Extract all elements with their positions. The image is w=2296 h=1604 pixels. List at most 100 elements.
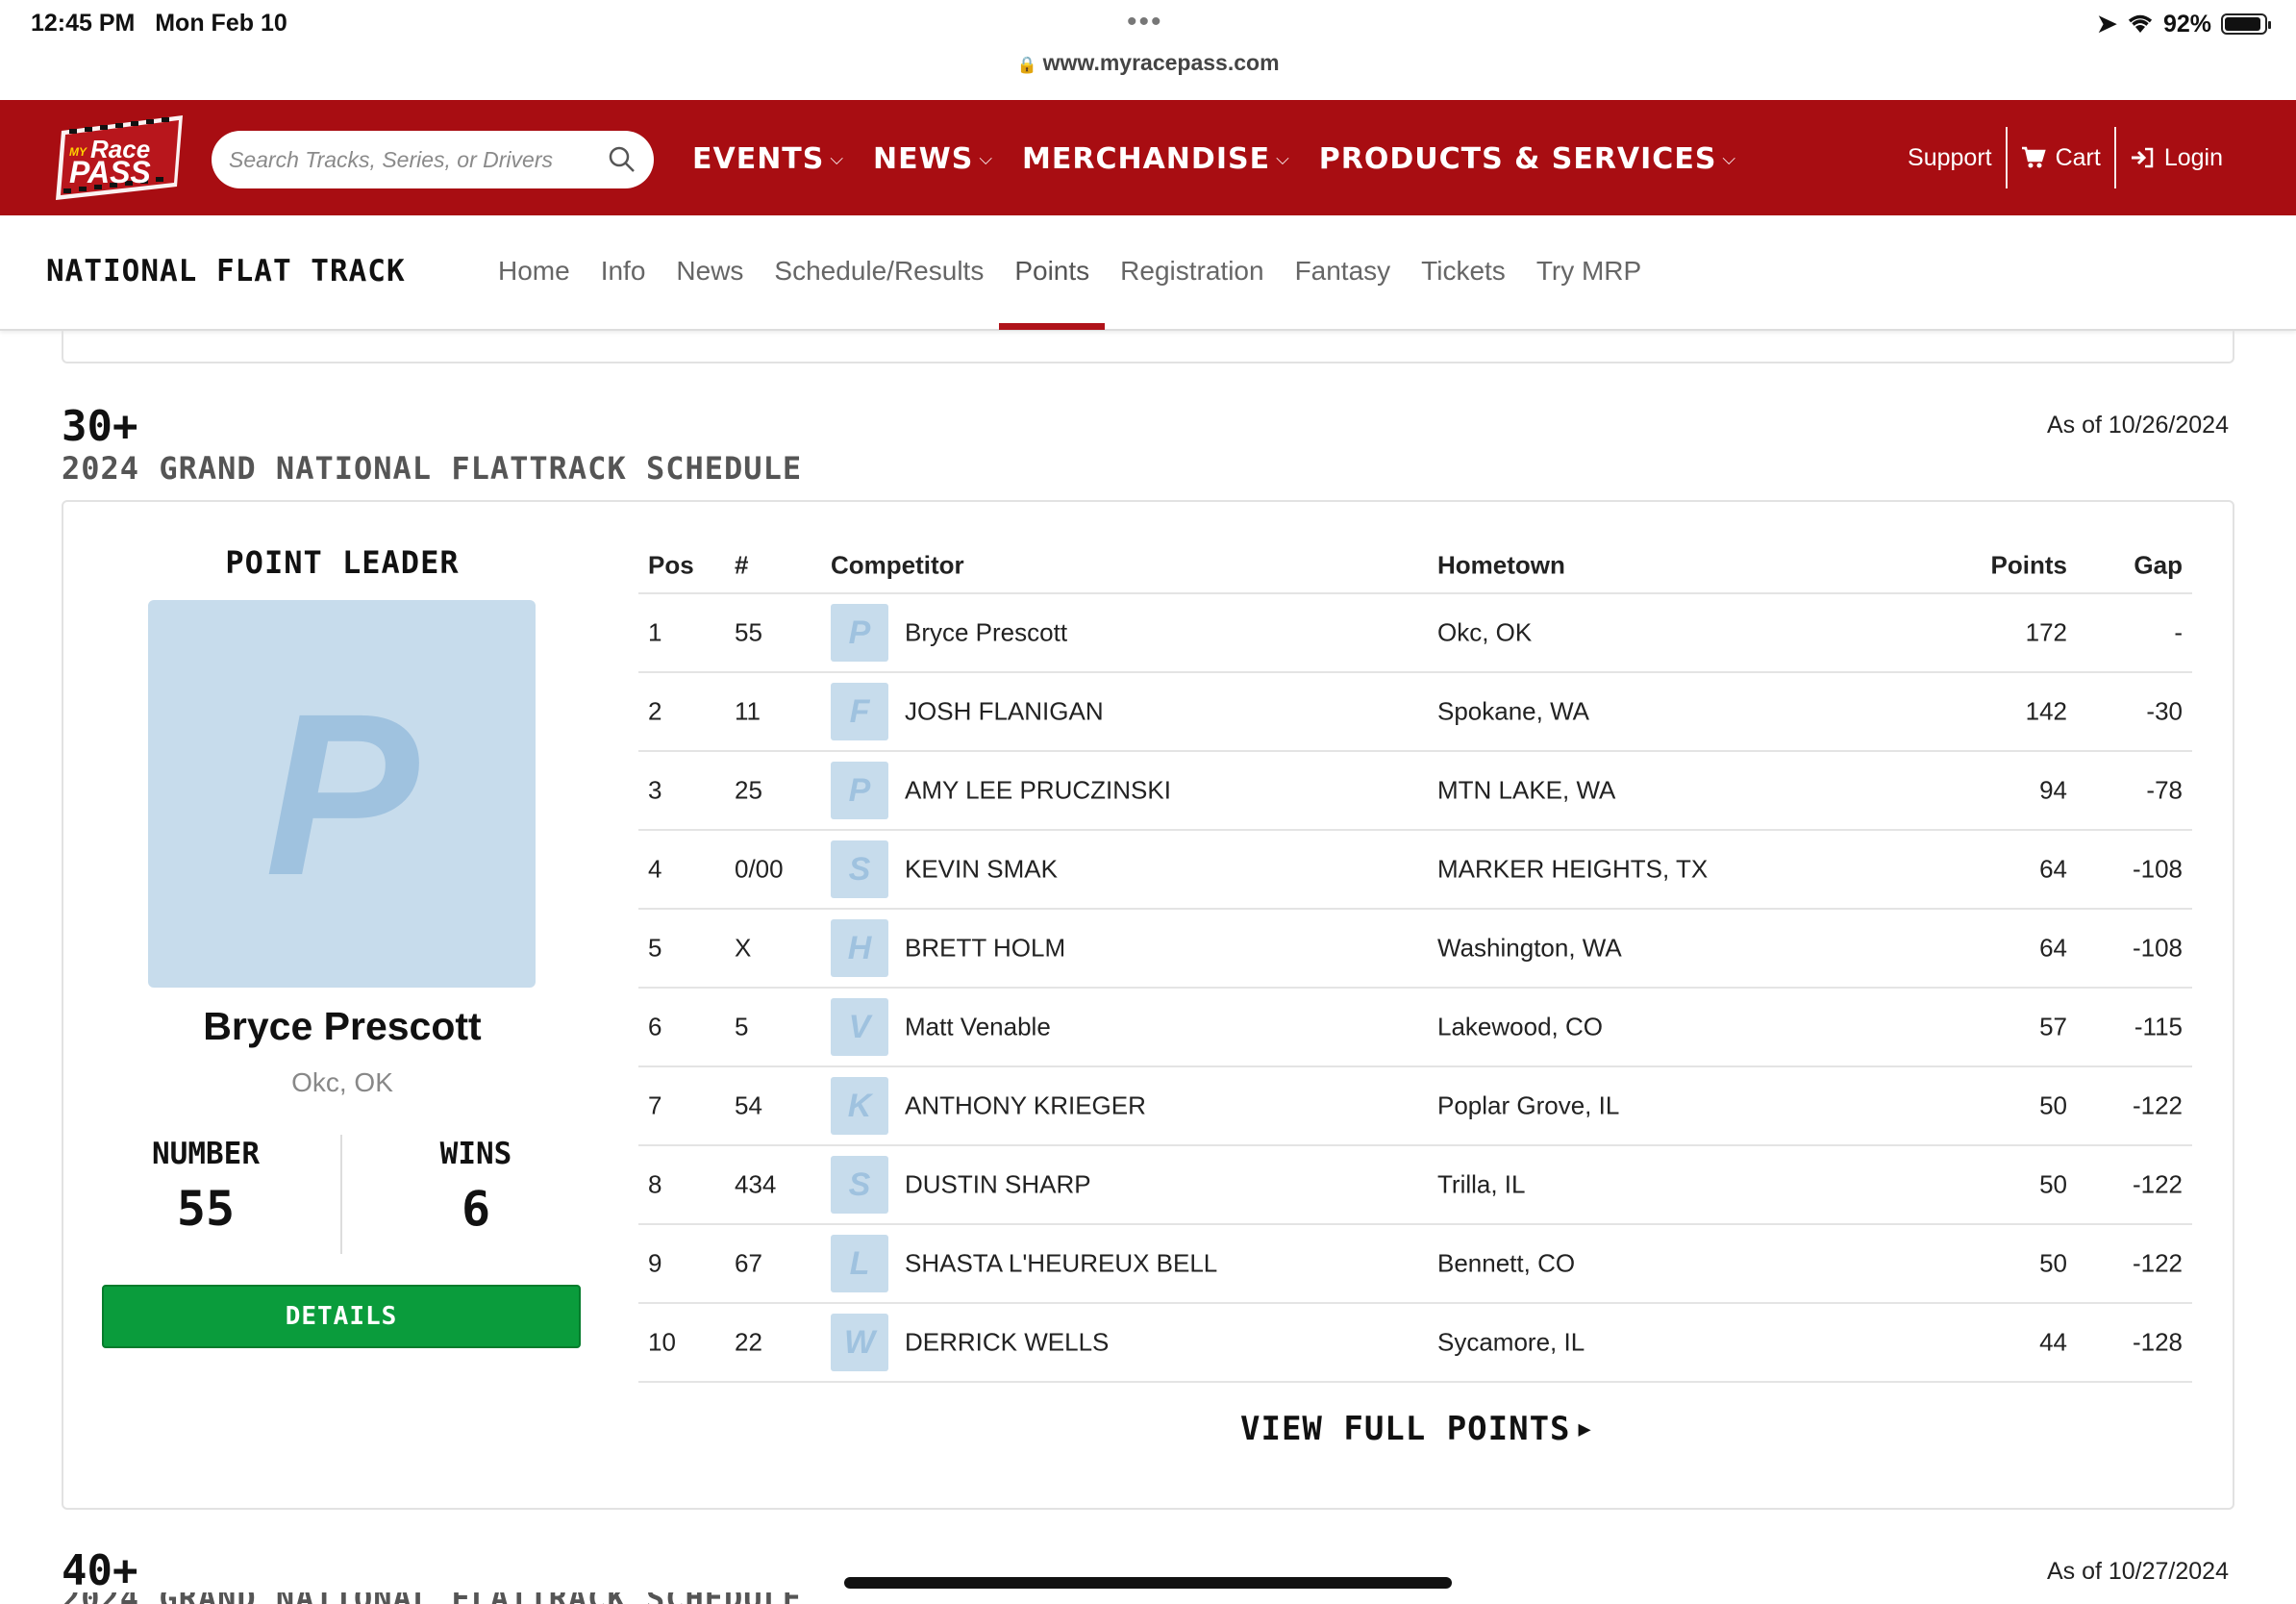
competitor-avatar[interactable]: F (831, 683, 888, 740)
myracepass-logo[interactable]: MY Race PASS (48, 112, 192, 204)
search-icon[interactable] (608, 145, 636, 174)
competitor-name-link[interactable]: Matt Venable (905, 1013, 1051, 1042)
series-title[interactable]: NATIONAL FLAT TRACK (46, 254, 406, 288)
competitor-avatar[interactable]: P (831, 762, 888, 819)
row-hometown: Washington, WA (1437, 933, 1622, 963)
competitor-avatar[interactable]: S (831, 1156, 888, 1214)
subnav-schedule-results[interactable]: Schedule/Results (774, 256, 984, 287)
avatar-initial: S (848, 850, 871, 888)
cart-link[interactable]: Cart (2008, 127, 2114, 188)
date: Mon Feb 10 (155, 10, 287, 37)
home-indicator[interactable] (844, 1577, 1452, 1589)
avatar-initial: P (264, 664, 419, 923)
row-hometown: MARKER HEIGHTS, TX (1437, 854, 1709, 884)
view-full-points-link[interactable]: VIEW FULL POINTS ▶ (1240, 1410, 1592, 1448)
row-points: 94 (2039, 775, 2067, 805)
table-row[interactable]: 3 25 P AMY LEE PRUCZINSKI MTN LAKE, WA 94 -78 (638, 752, 2192, 831)
table-row[interactable]: 8 434 S DUSTIN SHARP Trilla, IL 50 -122 (638, 1146, 2192, 1225)
table-row[interactable]: 7 54 K ANTHONY KRIEGER Poplar Grove, IL 50 -12… (638, 1067, 2192, 1146)
url-text: www.myracepass.com (1042, 50, 1280, 75)
subnav-home[interactable]: Home (498, 256, 570, 287)
lock-icon: 🔒 (1016, 56, 1037, 74)
table-row[interactable]: 2 11 F JOSH FLANIGAN Spokane, WA 142 -30 (638, 673, 2192, 752)
row-points: 57 (2039, 1012, 2067, 1041)
competitor-name-link[interactable]: SHASTA L'HEUREUX BELL (905, 1249, 1217, 1279)
menu-merchandise[interactable]: MERCHANDISE ⌵ (1022, 142, 1290, 176)
leader-avatar[interactable]: P (148, 600, 536, 988)
competitor-name-link[interactable]: ANTHONY KRIEGER (905, 1091, 1146, 1121)
view-full-label: VIEW FULL POINTS (1240, 1410, 1571, 1448)
competitor-avatar[interactable]: L (831, 1235, 888, 1292)
header-number[interactable]: # (735, 551, 748, 581)
row-gap: -30 (2146, 696, 2183, 726)
multitask-dots-icon[interactable]: ••• (1127, 6, 1163, 38)
row-pos: 8 (648, 1169, 662, 1199)
table-row[interactable]: 1 55 P Bryce Prescott Okc, OK 172 - (638, 594, 2192, 673)
table-header: Pos # Competitor Hometown Points Gap (638, 539, 2192, 594)
subnav-news[interactable]: News (676, 256, 743, 287)
menu-label: MERCHANDISE (1022, 141, 1271, 176)
row-pos: 6 (648, 1012, 662, 1041)
table-row[interactable]: 6 5 V Matt Venable Lakewood, CO 57 -115 (638, 989, 2192, 1067)
competitor-name-link[interactable]: DUSTIN SHARP (905, 1170, 1091, 1200)
row-points: 44 (2039, 1327, 2067, 1357)
competitor-avatar[interactable]: S (831, 840, 888, 898)
row-pos: 10 (648, 1327, 676, 1357)
subnav-tickets[interactable]: Tickets (1421, 256, 1506, 287)
avatar-initial: P (848, 771, 871, 809)
menu-products-services[interactable]: PRODUCTS & SERVICES ⌵ (1319, 142, 1736, 176)
leader-name[interactable]: Bryce Prescott (92, 1004, 592, 1049)
avatar-initial: P (848, 614, 871, 651)
menu-label: PRODUCTS & SERVICES (1318, 141, 1717, 176)
table-row[interactable]: 9 67 L SHASTA L'HEUREUX BELL Bennett, CO 50 -1… (638, 1225, 2192, 1304)
cart-label: Cart (2055, 143, 2101, 171)
series-navigation: NATIONAL FLAT TRACK Home Info News Sched… (0, 215, 2296, 331)
avatar-initial: K (847, 1087, 872, 1124)
competitor-avatar[interactable]: K (831, 1077, 888, 1135)
class-title: 30+ (62, 402, 138, 451)
subnav-points[interactable]: Points (999, 256, 1105, 330)
competitor-name-link[interactable]: Bryce Prescott (905, 618, 1067, 648)
subnav-info[interactable]: Info (601, 256, 646, 287)
header-competitor[interactable]: Competitor (831, 551, 964, 581)
chevron-down-icon: ⌵ (1722, 148, 1737, 169)
header-hometown[interactable]: Hometown (1437, 551, 1565, 581)
battery-icon (2221, 13, 2271, 35)
competitor-avatar[interactable]: W (831, 1314, 888, 1371)
row-number: 25 (735, 775, 762, 805)
divider (2005, 127, 2008, 188)
row-hometown: MTN LAKE, WA (1437, 775, 1616, 805)
row-gap: -78 (2146, 775, 2183, 805)
details-button[interactable]: DETAILS (102, 1285, 581, 1348)
search-box[interactable] (212, 131, 654, 188)
menu-events[interactable]: EVENTS ⌵ (692, 142, 844, 176)
menu-news[interactable]: NEWS ⌵ (873, 142, 993, 176)
competitor-avatar[interactable]: V (831, 998, 888, 1056)
competitor-name-link[interactable]: DERRICK WELLS (905, 1328, 1109, 1358)
wifi-icon (2128, 14, 2153, 33)
competitor-avatar[interactable]: H (831, 919, 888, 977)
table-row[interactable]: 10 22 W DERRICK WELLS Sycamore, IL 44 -128 (638, 1304, 2192, 1383)
search-input[interactable] (229, 146, 608, 173)
subnav-fantasy[interactable]: Fantasy (1295, 256, 1391, 287)
login-link[interactable]: Login (2116, 127, 2236, 188)
competitor-avatar[interactable]: P (831, 604, 888, 662)
table-row[interactable]: 4 0/00 S KEVIN SMAK MARKER HEIGHTS, TX 64 -108 (638, 831, 2192, 910)
subnav-try-mrp[interactable]: Try MRP (1536, 256, 1641, 287)
caret-right-icon: ▶ (1578, 1416, 1592, 1441)
header-pos[interactable]: Pos (648, 551, 694, 581)
address-bar[interactable]: 🔒 www.myracepass.com (0, 50, 2296, 76)
competitor-name-link[interactable]: AMY LEE PRUCZINSKI (905, 776, 1171, 806)
header-gap[interactable]: Gap (2134, 551, 2183, 581)
competitor-name-link[interactable]: KEVIN SMAK (905, 855, 1058, 885)
subnav-registration[interactable]: Registration (1120, 256, 1263, 287)
support-link[interactable]: Support (1894, 127, 2006, 188)
header-points[interactable]: Points (1991, 551, 2067, 581)
row-hometown: Poplar Grove, IL (1437, 1090, 1620, 1120)
competitor-name-link[interactable]: JOSH FLANIGAN (905, 697, 1104, 727)
row-number: 55 (735, 617, 762, 647)
row-pos: 9 (648, 1248, 662, 1278)
competitor-name-link[interactable]: BRETT HOLM (905, 934, 1065, 964)
next-class-title: 40+ (62, 1546, 138, 1595)
table-row[interactable]: 5 X H BRETT HOLM Washington, WA 64 -108 (638, 910, 2192, 989)
